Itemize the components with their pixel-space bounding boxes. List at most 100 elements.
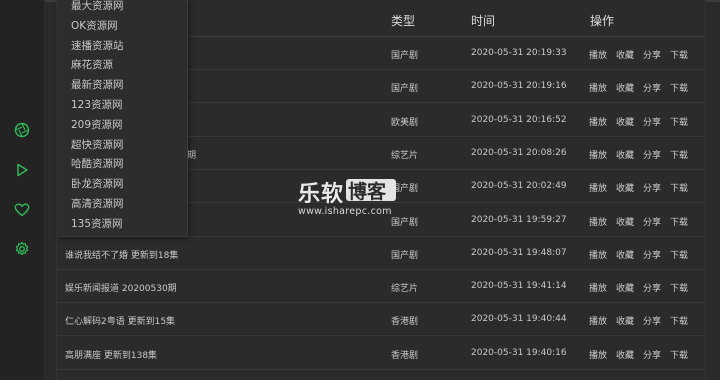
favorite-button[interactable]: 收藏: [616, 215, 643, 228]
source-menu-item[interactable]: 209资源网: [71, 117, 123, 132]
header-actions: 操作: [590, 14, 615, 28]
play-button[interactable]: 播放: [589, 148, 616, 161]
row-time: 2020-05-31 19:40:16: [471, 347, 567, 358]
favorite-button[interactable]: 收藏: [616, 314, 643, 327]
play-button[interactable]: 播放: [589, 215, 616, 228]
download-button[interactable]: 下载: [670, 248, 697, 261]
source-menu-item[interactable]: 最新资源网: [71, 77, 124, 92]
row-type: 国产剧: [391, 250, 419, 261]
settings-icon[interactable]: [12, 239, 32, 259]
row-actions: 播放 收藏 分享 下载: [589, 148, 697, 161]
play-button[interactable]: 播放: [589, 248, 616, 261]
row-actions: 播放 收藏 分享 下载: [589, 248, 697, 261]
download-button[interactable]: 下载: [670, 148, 697, 161]
share-button[interactable]: 分享: [643, 348, 670, 361]
download-button[interactable]: 下载: [670, 281, 697, 294]
favorite-button[interactable]: 收藏: [616, 281, 643, 294]
source-menu-item[interactable]: 最大资源网: [71, 0, 124, 13]
favorite-button[interactable]: 收藏: [616, 248, 643, 261]
table-row[interactable]: 仁心解码2粤语 更新到15集 香港剧 2020-05-31 19:40:44 播放 收藏…: [57, 302, 705, 337]
table-row[interactable]: 谁说我结不了婚 更新到18集 国产剧 2020-05-31 19:48:07 播放 收藏…: [57, 236, 705, 270]
row-type: 欧美剧: [391, 117, 419, 128]
source-menu-item[interactable]: 卧龙资源网: [71, 176, 124, 191]
share-button[interactable]: 分享: [643, 181, 670, 194]
source-menu-item[interactable]: 速播资源站: [71, 38, 124, 53]
left-sidebar: [0, 0, 45, 380]
share-button[interactable]: 分享: [643, 81, 670, 94]
play-button[interactable]: 播放: [589, 348, 616, 361]
play-button[interactable]: 播放: [589, 181, 616, 194]
row-type: 香港剧: [391, 317, 419, 328]
row-actions: 播放 收藏 分享 下载: [589, 314, 697, 327]
favorite-button[interactable]: 收藏: [616, 48, 643, 61]
aperture-icon[interactable]: [12, 120, 32, 140]
row-title[interactable]: 高朋满座 更新到138集: [65, 348, 157, 361]
favorite-button[interactable]: 收藏: [616, 81, 643, 94]
source-menu-item[interactable]: OK资源网: [71, 18, 118, 33]
row-actions: 播放 收藏 分享 下载: [589, 181, 697, 194]
row-title[interactable]: 期: [187, 148, 196, 161]
watermark-url: www.isharepc.com: [298, 206, 392, 217]
row-actions: 播放 收藏 分享 下载: [589, 348, 697, 361]
watermark-brand: 乐软: [298, 182, 345, 207]
play-button[interactable]: 播放: [589, 281, 616, 294]
share-button[interactable]: 分享: [643, 48, 670, 61]
play-button[interactable]: 播放: [589, 115, 616, 128]
download-button[interactable]: 下载: [670, 348, 697, 361]
row-type: 综艺片: [391, 284, 419, 295]
row-time: 2020-05-31 20:16:52: [471, 114, 567, 125]
favorite-button[interactable]: 收藏: [616, 115, 643, 128]
source-menu-item[interactable]: 135资源网: [71, 216, 123, 231]
row-type: 综艺片: [391, 150, 419, 161]
row-time: 2020-05-31 20:19:16: [471, 81, 567, 92]
source-menu-item[interactable]: 高清资源网: [71, 196, 124, 211]
share-button[interactable]: 分享: [643, 314, 670, 327]
favorite-button[interactable]: 收藏: [616, 348, 643, 361]
source-menu-item[interactable]: 麻花资源: [71, 57, 113, 72]
row-actions: 播放 收藏 分享 下载: [589, 81, 697, 94]
row-time: 2020-05-31 20:19:33: [471, 48, 567, 58]
share-button[interactable]: 分享: [643, 115, 670, 128]
row-time: 2020-05-31 20:08:26: [471, 147, 567, 158]
row-time: 2020-05-31 20:02:49: [471, 181, 567, 192]
source-dropdown-menu: 最大资源网 OK资源网速播资源站麻花资源最新资源网 123资源网 209资源网 超快资源…: [57, 0, 188, 237]
row-title[interactable]: 谁说我结不了婚 更新到18集: [65, 248, 178, 261]
source-menu-item[interactable]: 哈酷资源网: [71, 156, 124, 171]
header-time: 时间: [471, 14, 496, 28]
favorite-button[interactable]: 收藏: [616, 181, 643, 194]
row-time: 2020-05-31 19:48:07: [471, 247, 567, 258]
row-actions: 播放 收藏 分享 下载: [589, 48, 697, 61]
row-type: 国产剧: [391, 84, 419, 95]
row-title[interactable]: 娱乐新闻报道 20200530期: [65, 281, 177, 294]
row-actions: 播放 收藏 分享 下载: [589, 115, 697, 128]
share-button[interactable]: 分享: [643, 148, 670, 161]
header-type: 类型: [391, 14, 416, 28]
download-button[interactable]: 下载: [670, 314, 697, 327]
watermark-brand-box: 博客: [348, 181, 387, 203]
share-button[interactable]: 分享: [643, 281, 670, 294]
download-button[interactable]: 下载: [670, 115, 697, 128]
row-time: 2020-05-31 19:41:14: [471, 281, 567, 292]
play-icon[interactable]: [12, 160, 32, 180]
share-button[interactable]: 分享: [643, 248, 670, 261]
source-menu-item[interactable]: 123资源网: [71, 97, 123, 112]
row-title[interactable]: 仁心解码2粤语 更新到15集: [65, 314, 175, 327]
table-row[interactable]: 娱乐新闻报道 20200530期 综艺片 2020-05-31 19:41:14 播放…: [57, 269, 705, 304]
favorite-button[interactable]: 收藏: [616, 148, 643, 161]
row-actions: 播放 收藏 分享 下载: [589, 215, 697, 228]
download-button[interactable]: 下载: [670, 181, 697, 194]
table-row[interactable]: 高朋满座 更新到138集 香港剧 2020-05-31 19:40:16 播放 收藏 分享…: [57, 336, 705, 370]
share-button[interactable]: 分享: [643, 215, 670, 228]
play-button[interactable]: 播放: [589, 314, 616, 327]
row-type: 香港剧: [391, 350, 419, 361]
play-button[interactable]: 播放: [589, 48, 616, 61]
source-menu-item[interactable]: 超快资源网: [71, 137, 124, 152]
heart-icon[interactable]: [12, 200, 32, 220]
row-type: 国产剧: [391, 51, 419, 61]
download-button[interactable]: 下载: [670, 81, 697, 94]
download-button[interactable]: 下载: [670, 48, 697, 61]
row-time: 2020-05-31 19:40:44: [471, 314, 567, 325]
download-button[interactable]: 下载: [670, 215, 697, 228]
play-button[interactable]: 播放: [589, 81, 616, 94]
watermark-logo: 乐软 博客 www.isharepc.com: [298, 176, 408, 226]
